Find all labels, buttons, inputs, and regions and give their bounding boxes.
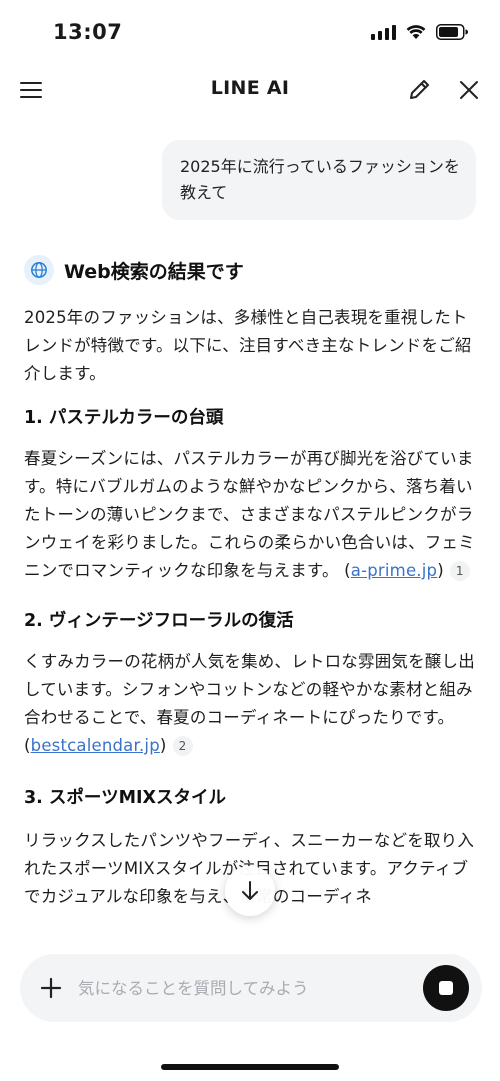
- user-message-text: 2025年に流行っているファッションを教えて: [180, 157, 460, 202]
- arrow-down-icon: [242, 881, 258, 900]
- scroll-to-bottom-button[interactable]: [225, 866, 275, 916]
- add-attachment-button[interactable]: [36, 973, 66, 1003]
- wifi-icon: [406, 25, 426, 39]
- home-indicator: [161, 1064, 339, 1070]
- user-message-bubble: 2025年に流行っているファッションを教えて: [162, 140, 476, 220]
- plus-icon: [40, 977, 62, 999]
- stop-icon: [439, 981, 453, 995]
- stop-generation-button[interactable]: [423, 965, 469, 1011]
- section-text-2: くすみカラーの花柄が人気を集め、レトロな雰囲気を醸し出しています。シフォンやコッ…: [24, 652, 475, 727]
- signal-icon: [371, 24, 396, 40]
- app-header: LINE AI: [0, 64, 500, 116]
- status-bar: 13:07: [0, 0, 500, 64]
- battery-icon: [436, 24, 468, 40]
- edit-icon: [410, 80, 429, 99]
- line-ai-chat-screen: 13:07 LINE AI 2025年に流行っているファッションを教えて Web…: [0, 0, 500, 1081]
- message-composer: [20, 954, 482, 1022]
- web-search-title: Web検索の結果です: [64, 260, 244, 283]
- close-button[interactable]: [453, 74, 485, 106]
- citation-badge-1[interactable]: 1: [449, 561, 470, 581]
- source-close-2: ): [159, 736, 167, 755]
- globe-icon: [24, 255, 54, 285]
- section-heading-2: 2. ヴィンテージフローラルの復活: [24, 611, 294, 631]
- citation-badge-2[interactable]: 2: [172, 736, 193, 756]
- status-icons: [371, 24, 468, 40]
- section-body-2: くすみカラーの花柄が人気を集め、レトロな雰囲気を醸し出しています。シフォンやコッ…: [24, 648, 478, 760]
- section-body-1: 春夏シーズンには、パステルカラーが再び脚光を浴びています。特にバブルガムのような…: [24, 445, 478, 585]
- source-open-1: (: [338, 561, 351, 580]
- section-heading-1: 1. パステルカラーの台頭: [24, 408, 224, 428]
- section-heading-3: 3. スポーツMIXスタイル: [24, 788, 226, 808]
- source-close-1: ): [437, 561, 444, 580]
- ai-response: Web検索の結果です 2025年のファッションは、多様性と自己表現を重視したトレ…: [24, 250, 478, 911]
- source-link-bestcalendar[interactable]: bestcalendar.jp: [31, 736, 160, 755]
- response-intro: 2025年のファッションは、多様性と自己表現を重視したトレンドが特徴です。以下に…: [24, 308, 472, 383]
- web-search-badge: Web検索の結果です: [24, 250, 478, 290]
- chat-input[interactable]: [78, 971, 408, 1005]
- status-time: 13:07: [53, 20, 123, 44]
- source-link-a-prime[interactable]: a-prime.jp: [351, 561, 437, 580]
- close-icon: [460, 81, 478, 99]
- source-open-2: (: [24, 736, 31, 755]
- new-chat-button[interactable]: [403, 74, 435, 106]
